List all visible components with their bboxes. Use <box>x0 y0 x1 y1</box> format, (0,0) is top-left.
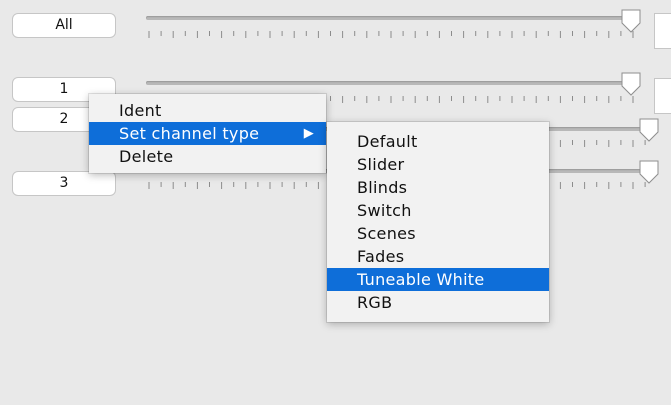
submenu-item-default[interactable]: Default <box>327 130 549 153</box>
context-menu: Ident Set channel type ▶ Delete <box>89 94 326 173</box>
menu-item-ident[interactable]: Ident <box>89 99 326 122</box>
submenu-item-tuneable-white[interactable]: Tuneable White <box>327 268 549 291</box>
submenu-item-fades[interactable]: Fades <box>327 245 549 268</box>
channel-3-button[interactable]: 3 <box>12 171 116 196</box>
channel-value-box <box>654 78 671 114</box>
submenu-item-scenes[interactable]: Scenes <box>327 222 549 245</box>
submenu-item-rgb[interactable]: RGB <box>327 291 549 314</box>
slider-thumb[interactable] <box>620 72 642 96</box>
submenu-arrow-icon: ▶ <box>303 126 314 141</box>
submenu-item-blinds[interactable]: Blinds <box>327 176 549 199</box>
all-button[interactable]: All <box>12 13 116 38</box>
channel-type-submenu: Default Slider Blinds Switch Scenes Fade… <box>327 122 549 322</box>
submenu-item-slider[interactable]: Slider <box>327 153 549 176</box>
menu-item-set-channel-type[interactable]: Set channel type ▶ <box>89 122 326 145</box>
submenu-item-switch[interactable]: Switch <box>327 199 549 222</box>
slider-thumb[interactable] <box>638 118 660 142</box>
slider-thumb[interactable] <box>620 9 642 33</box>
slider-thumb[interactable] <box>638 160 660 184</box>
slider-ticks <box>148 31 634 38</box>
channel-value-box <box>654 13 671 49</box>
menu-item-label: Set channel type <box>119 124 260 143</box>
menu-item-delete[interactable]: Delete <box>89 145 326 168</box>
